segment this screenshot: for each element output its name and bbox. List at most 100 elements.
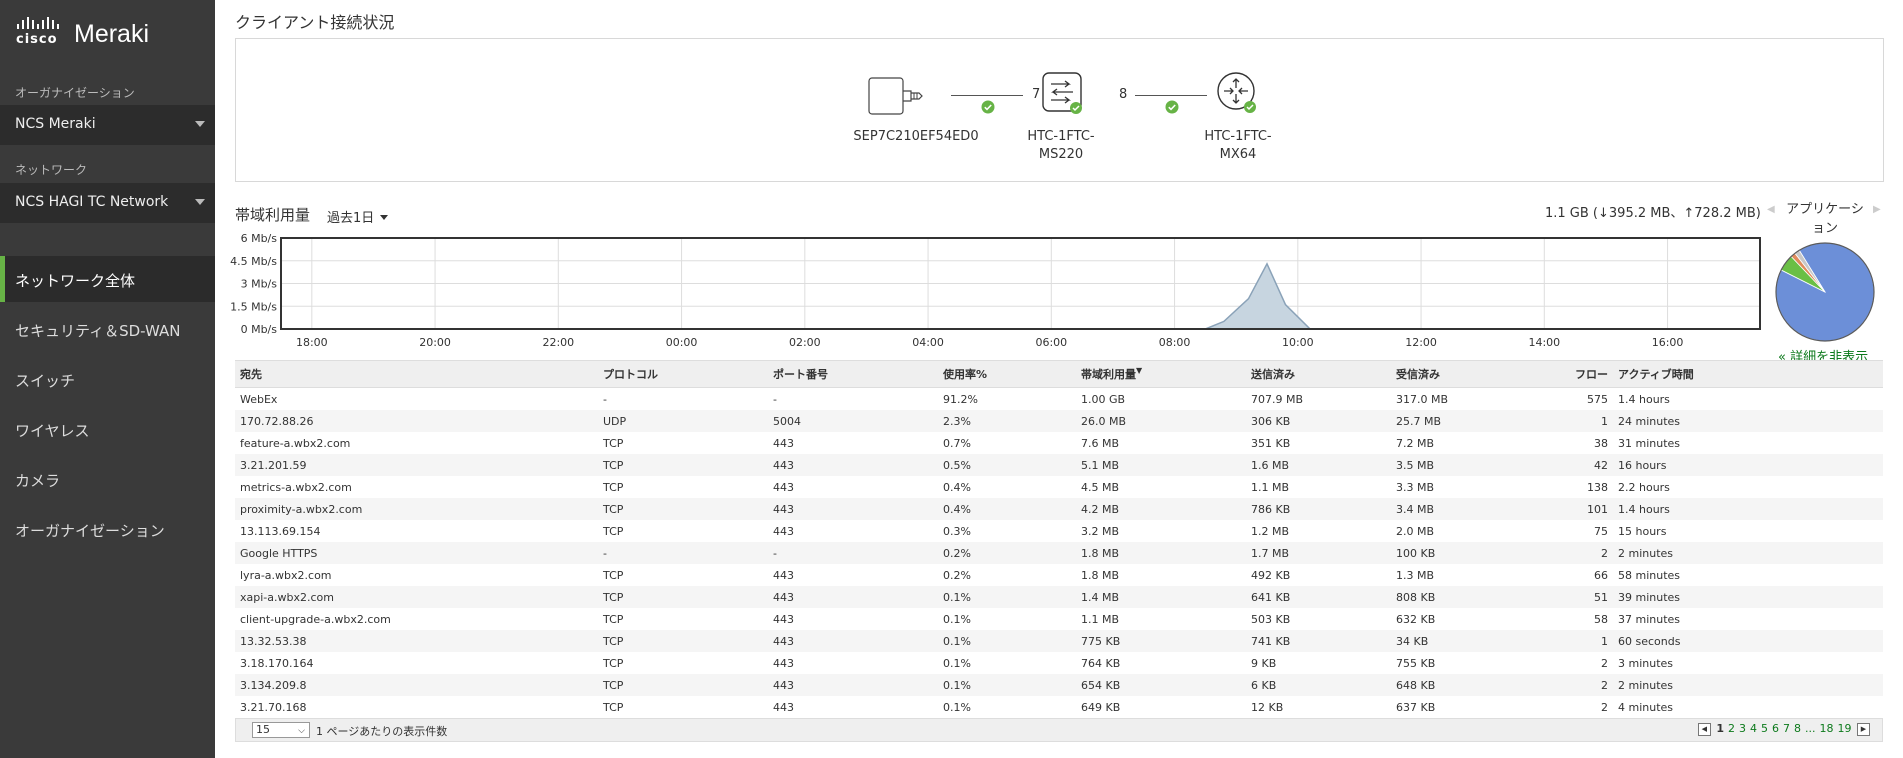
chart-y-ticks: 0 Mb/s 1.5 Mb/s 3 Mb/s 4.5 Mb/s 6 Mb/s <box>230 234 277 336</box>
table-row[interactable]: lyra-a.wbx2.com TCP 443 0.2% 1.8 MB 492 KB 1.3… <box>235 564 1883 586</box>
table-row[interactable]: WebEx - - 91.2% 1.00 GB 707.9 MB 317.0 MB 575 1.… <box>235 388 1883 411</box>
client-device-label[interactable]: SEP7C210EF54ED0 <box>841 128 991 146</box>
table-row[interactable]: Google HTTPS - -0.2% 1.8 MB 1.7 MB 100 KB 2 2 m… <box>235 542 1883 564</box>
cell-destination: proximity-a.wbx2.com <box>235 498 598 520</box>
chevron-down-icon: ⌵ <box>298 726 305 736</box>
column-header-usage-percent[interactable]: 使用率% <box>938 360 1076 388</box>
cell-usage-percent: 0.7% <box>943 436 971 450</box>
cell-sent: 6 KB <box>1246 674 1391 696</box>
nav-item-camera[interactable]: カメラ <box>0 456 215 502</box>
table-row[interactable]: 13.113.69.154 TCP 443 0.3% 3.2 MB 1.2 MB 2.0 M… <box>235 520 1883 542</box>
x-tick-label: 18:00 <box>296 336 328 349</box>
table-row[interactable]: metrics-a.wbx2.com TCP 443 0.4% 4.5 MB 1.1 MB… <box>235 476 1883 498</box>
application-pie-chart[interactable] <box>1773 240 1877 344</box>
page-link[interactable]: 19 <box>1838 722 1852 735</box>
x-tick-label: 00:00 <box>666 336 698 349</box>
cell-protocol: TCP <box>598 674 768 696</box>
column-header-active-time[interactable]: アクティブ時間 <box>1613 360 1883 388</box>
caret-down-icon[interactable] <box>380 215 388 220</box>
app-prev-arrow[interactable]: ◀ <box>1767 204 1775 215</box>
cell-flows: 2 <box>1539 542 1613 564</box>
column-header-sent[interactable]: 送信済み <box>1246 360 1391 388</box>
nav-item-security-sdwan[interactable]: セキュリティ＆SD-WAN <box>0 306 215 352</box>
bandwidth-chart[interactable]: 0 Mb/s 1.5 Mb/s 3 Mb/s 4.5 Mb/s 6 Mb/s 18:00… <box>223 234 1765 352</box>
meraki-logo[interactable]: cisco Meraki <box>14 14 204 54</box>
cell-port: - <box>768 542 938 564</box>
table-row[interactable]: 3.134.209.8 TCP 443 0.1% 654 KB 6 KB 648 KB 2 2 … <box>235 674 1883 696</box>
table-row[interactable]: feature-a.wbx2.com TCP 443 0.7% 7.6 MB 351 KB… <box>235 432 1883 454</box>
table-row[interactable]: 13.32.53.38 TCP 443 0.1% 775 KB 741 KB 34 KB 1 6… <box>235 630 1883 652</box>
table-row[interactable]: 3.21.201.59 TCP 443 0.5% 5.1 MB 1.6 MB 3.5 MB 4… <box>235 454 1883 476</box>
cisco-logo-icon <box>17 17 59 29</box>
column-header-protocol[interactable]: プロトコル <box>598 360 768 388</box>
appliance-device-label[interactable]: HTC-1FTC- MX64 <box>1183 128 1293 164</box>
active-indicator <box>0 256 5 302</box>
cell-flows: 58 <box>1594 612 1608 626</box>
cell-port: 443 <box>768 674 938 696</box>
per-page-select[interactable]: 15 ⌵ <box>252 722 310 738</box>
page-link[interactable]: 2 <box>1728 722 1735 735</box>
time-range-dropdown[interactable]: 過去1日 <box>327 207 374 226</box>
column-header-flows[interactable]: フロー <box>1539 360 1613 388</box>
cell-usage-percent: 0.2% <box>943 568 971 582</box>
network-select[interactable]: NCS HAGI TC Network <box>0 183 215 223</box>
cell-protocol: TCP <box>598 586 768 608</box>
page-title: クライアント接続状況 <box>235 13 395 32</box>
cell-usage-percent: 0.2% <box>938 542 1076 564</box>
cell-flows: 101 <box>1539 498 1613 520</box>
app-next-arrow[interactable]: ▶ <box>1873 204 1881 215</box>
cell-active-time: 39 minutes <box>1613 586 1883 608</box>
chart-grid <box>281 237 1760 330</box>
cell-received: 3.3 MB <box>1396 480 1435 494</box>
sort-desc-icon: ▼ <box>1136 366 1143 375</box>
page-link[interactable]: 6 <box>1772 722 1779 735</box>
page-link[interactable]: 18 <box>1820 722 1834 735</box>
nav-item-label: ワイヤレス <box>15 422 90 440</box>
cell-bandwidth: 654 KB <box>1076 674 1246 696</box>
switch-icon[interactable] <box>1039 71 1085 117</box>
ip-phone-icon[interactable] <box>867 76 937 120</box>
table-row[interactable]: client-upgrade-a.wbx2.com TCP 443 0.1% 1.1 M… <box>235 608 1883 630</box>
column-header-bandwidth[interactable]: 帯域利用量▼ <box>1076 360 1246 388</box>
cell-usage-percent: 0.3% <box>943 524 971 538</box>
nav-item-wireless[interactable]: ワイヤレス <box>0 406 215 452</box>
nav-item-switch[interactable]: スイッチ <box>0 356 215 402</box>
cell-sent: 12 KB <box>1251 700 1284 714</box>
switch-device-label[interactable]: HTC-1FTC- MS220 <box>1006 128 1116 164</box>
page-link[interactable]: 1 <box>1716 722 1724 735</box>
cell-usage-percent: 0.4% <box>938 498 1076 520</box>
cell-protocol: UDP <box>598 410 768 432</box>
cell-sent: 9 KB <box>1251 656 1277 670</box>
table-row[interactable]: 3.18.170.164 TCP 443 0.1% 764 KB 9 KB 755 KB 2 3… <box>235 652 1883 674</box>
page-link[interactable]: 5 <box>1761 722 1768 735</box>
cell-bandwidth: 4.2 MB <box>1076 498 1246 520</box>
page-link[interactable]: 8 <box>1794 722 1801 735</box>
page-link[interactable]: 4 <box>1750 722 1757 735</box>
next-page-button[interactable]: ▶ <box>1857 722 1870 736</box>
cell-flows: 2 <box>1601 656 1608 670</box>
prev-page-button[interactable]: ◀ <box>1697 722 1711 736</box>
security-appliance-icon[interactable] <box>1214 71 1260 117</box>
cell-destination: 170.72.88.26 <box>235 410 598 432</box>
table-row[interactable]: 3.21.70.168 TCP 443 0.1% 649 KB 12 KB 637 KB 2 4… <box>235 696 1883 718</box>
cell-sent: 503 KB <box>1251 612 1291 626</box>
nav-item-network-wide[interactable]: ネットワーク全体 <box>0 256 215 302</box>
cell-destination: 3.18.170.164 <box>240 656 314 670</box>
nav-item-organization[interactable]: オーガナイゼーション <box>0 506 215 552</box>
page-link[interactable]: 3 <box>1739 722 1746 735</box>
x-tick-label: 02:00 <box>789 336 821 349</box>
cell-active-time: 24 minutes <box>1613 410 1883 432</box>
cell-destination: lyra-a.wbx2.com <box>240 568 332 582</box>
appliance-label-line2: MX64 <box>1219 147 1257 162</box>
nav-item-label: オーガナイゼーション <box>15 522 165 540</box>
page-link[interactable]: 7 <box>1783 722 1790 735</box>
column-header-received[interactable]: 受信済み <box>1391 360 1539 388</box>
table-row[interactable]: proximity-a.wbx2.com TCP 443 0.4% 4.2 MB 786 … <box>235 498 1883 520</box>
cell-sent: 306 KB <box>1246 410 1391 432</box>
table-row[interactable]: 170.72.88.26 UDP 5004 2.3% 26.0 MB 306 KB 25.7… <box>235 410 1883 432</box>
table-row[interactable]: xapi-a.wbx2.com TCP 443 0.1% 1.4 MB 641 KB 808… <box>235 586 1883 608</box>
org-select[interactable]: NCS Meraki <box>0 105 215 145</box>
column-header-destination[interactable]: 宛先 <box>235 360 598 388</box>
column-header-port[interactable]: ポート番号 <box>768 360 938 388</box>
cell-flows: 1 <box>1539 630 1613 652</box>
